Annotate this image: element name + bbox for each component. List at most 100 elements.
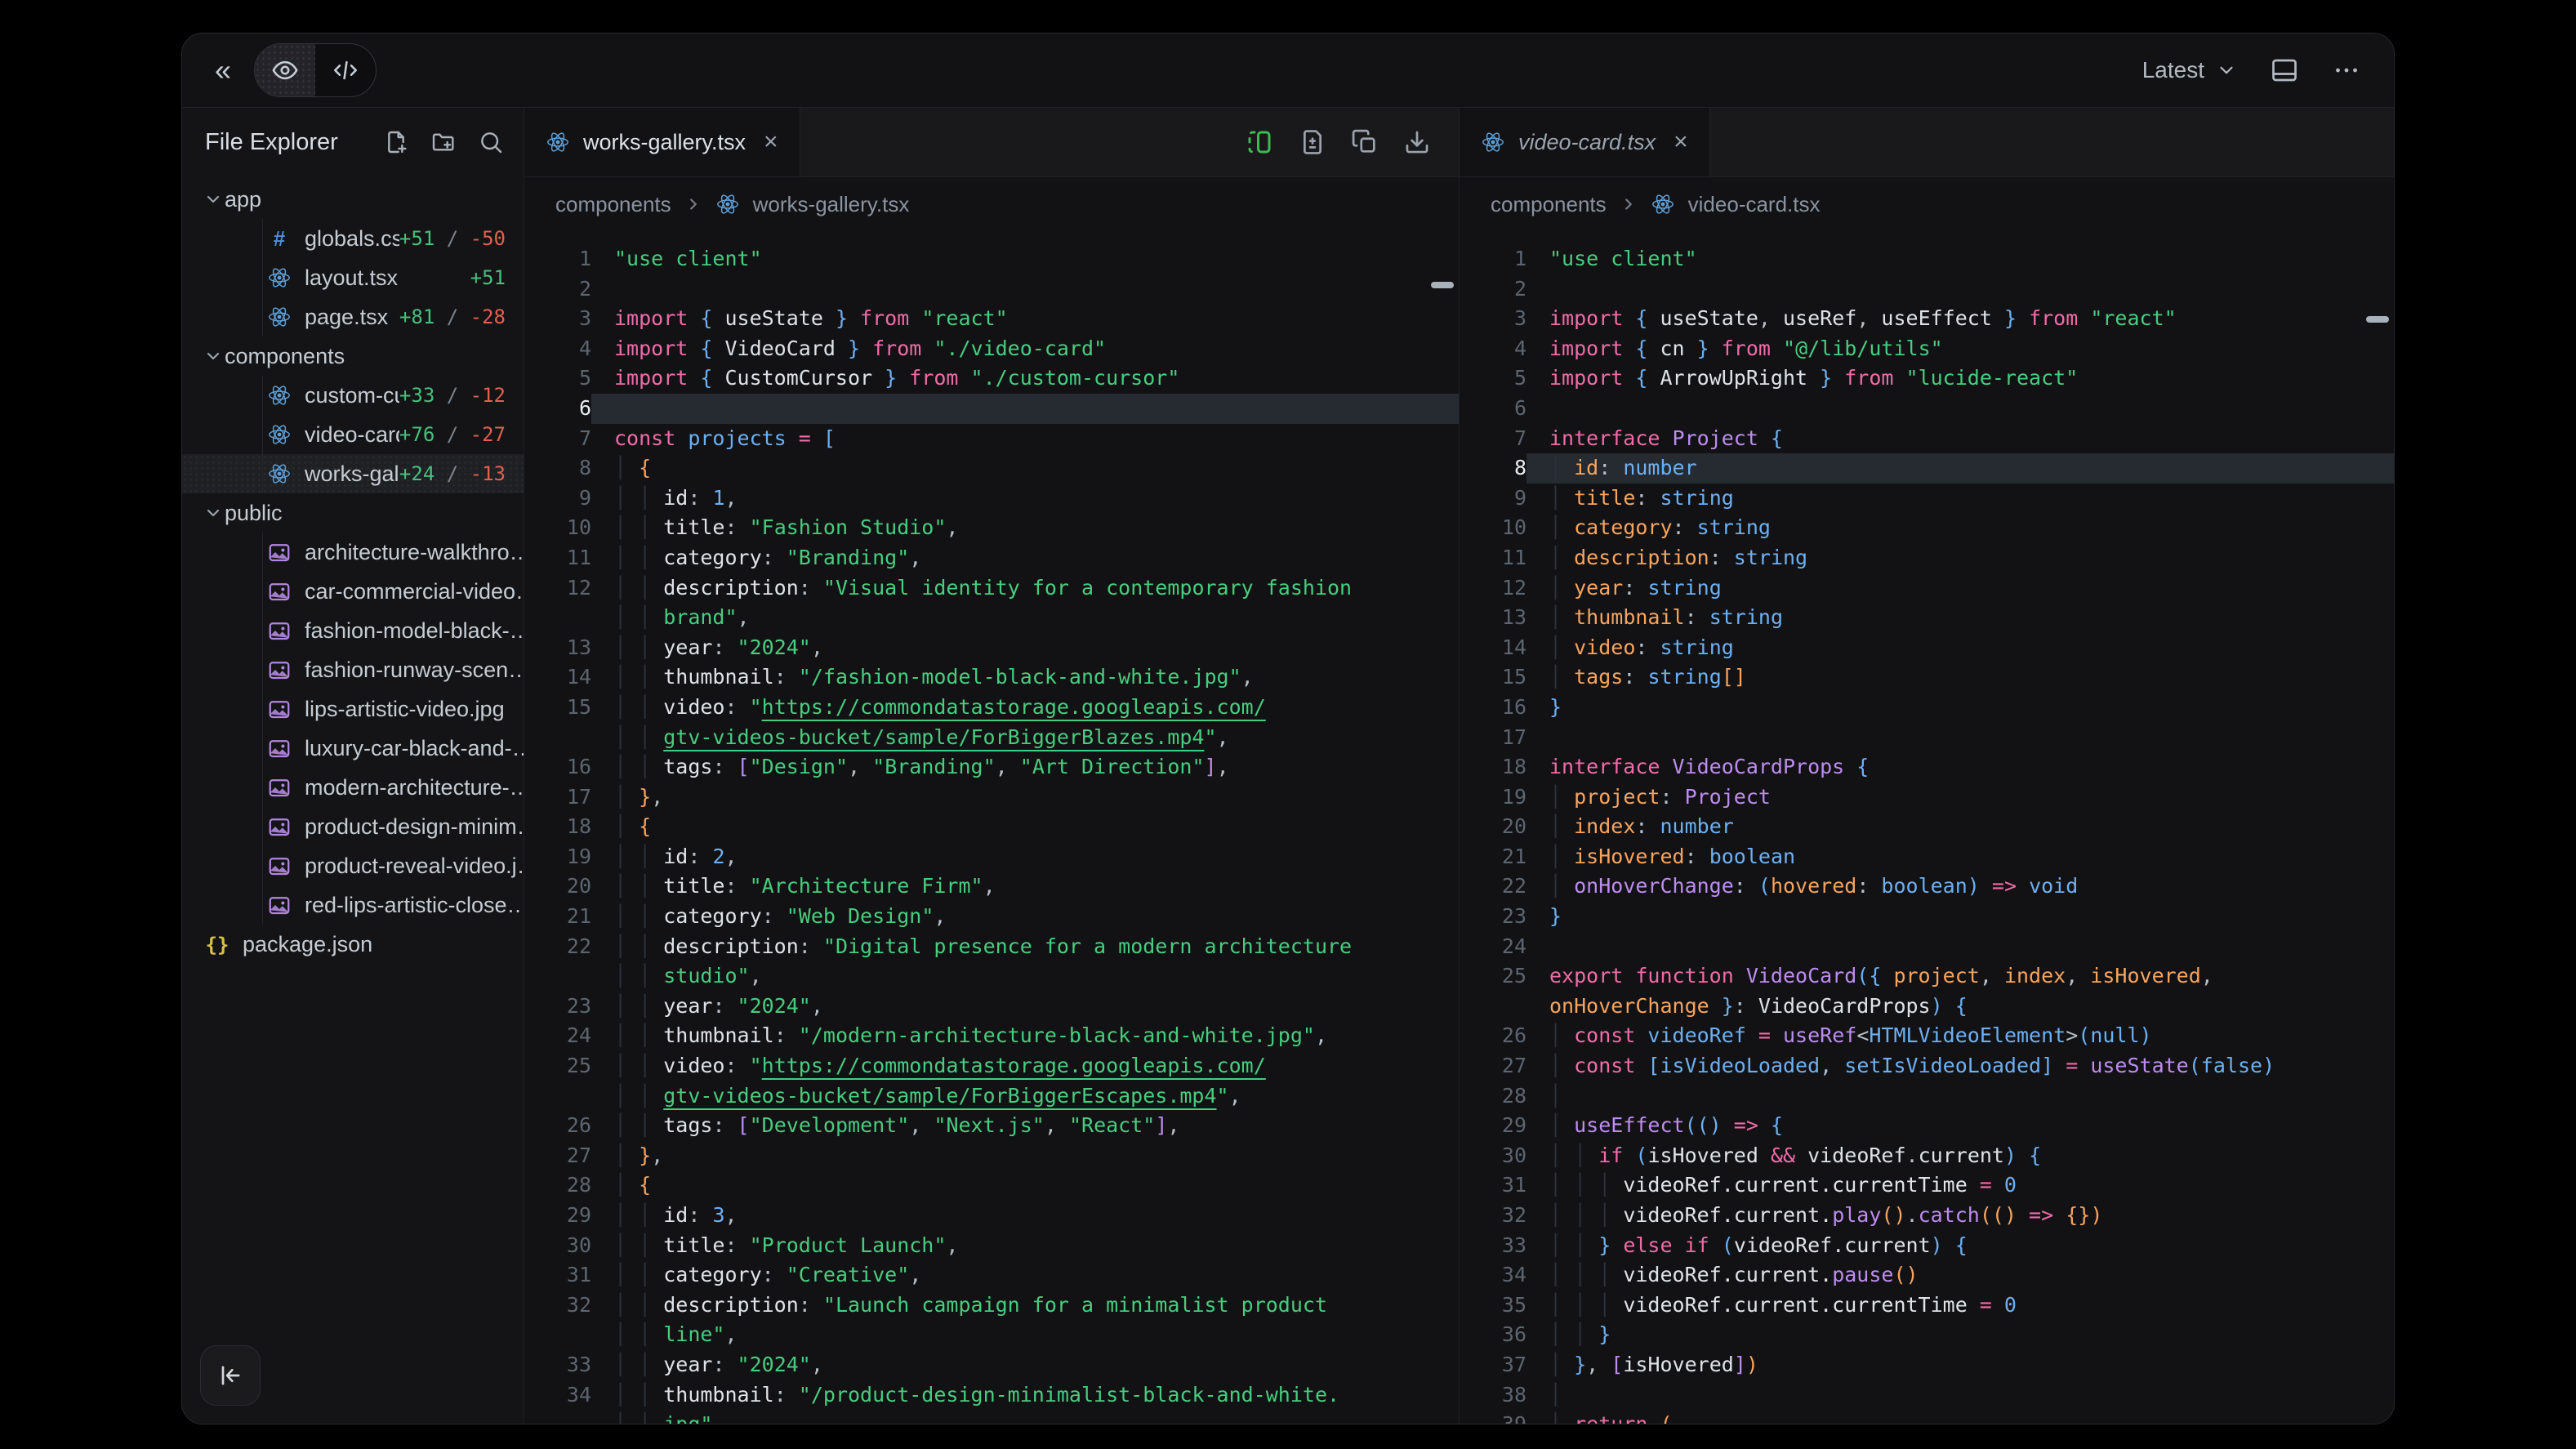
line-content: │ }, [isHovered]) bbox=[1526, 1350, 2394, 1380]
line-number: 13 bbox=[524, 633, 591, 663]
file-diff-icon bbox=[1299, 128, 1326, 156]
new-folder-button[interactable] bbox=[430, 129, 457, 155]
panel-left-close-icon bbox=[216, 1361, 245, 1390]
tab-label: works-gallery.tsx bbox=[583, 130, 746, 155]
tree-file-globals.css[interactable]: #globals.css+51 / -50 bbox=[182, 219, 524, 258]
line-content: │ │ if (isHovered && videoRef.current) { bbox=[1526, 1141, 2394, 1171]
tree-file-lips-artistic-video.jpg[interactable]: lips-artistic-video.jpg bbox=[182, 689, 524, 729]
code-line: 18│ { bbox=[524, 812, 1459, 842]
line-content: │ │ │ videoRef.current.pause() bbox=[1526, 1260, 2394, 1291]
code-line: 17 bbox=[1460, 723, 2394, 753]
file-name: product-reveal-video.j… bbox=[305, 854, 524, 879]
breadcrumb-file[interactable]: works-gallery.tsx bbox=[753, 192, 910, 217]
tree-folder-app[interactable]: app bbox=[182, 180, 524, 219]
tree-file-product-reveal-video.j-[interactable]: product-reveal-video.j… bbox=[182, 846, 524, 885]
code-line: 3import { useState, useRef, useEffect } … bbox=[1460, 304, 2394, 334]
tree-file-package.json[interactable]: {} package.json bbox=[182, 925, 524, 964]
code-line: 18interface VideoCardProps { bbox=[1460, 752, 2394, 782]
breadcrumb-file[interactable]: video-card.tsx bbox=[1688, 192, 1821, 217]
breadcrumb: components works-gallery.tsx bbox=[524, 177, 1459, 231]
code-line: 5import { ArrowUpRight } from "lucide-re… bbox=[1460, 363, 2394, 394]
braces-icon: {} bbox=[206, 932, 230, 957]
tree-file-product-design-minim-[interactable]: product-design-minim… bbox=[182, 807, 524, 846]
tree-file-architecture-walkthro-[interactable]: architecture-walkthro… bbox=[182, 533, 524, 572]
download-button[interactable] bbox=[1403, 128, 1431, 156]
tree-file-video-card.tsx[interactable]: video-card.tsx+76 / -27 bbox=[182, 415, 524, 454]
code-toggle-button[interactable] bbox=[315, 44, 376, 96]
tab-video-card-tsx[interactable]: video-card.tsx× bbox=[1460, 108, 1710, 176]
line-content: } bbox=[1526, 693, 2394, 723]
line-number bbox=[524, 961, 591, 992]
breadcrumb-folder[interactable]: components bbox=[555, 192, 671, 217]
line-number: 24 bbox=[1460, 932, 1526, 962]
scrollbar-thumb[interactable] bbox=[1431, 282, 1454, 288]
tree-file-fashion-model-black-[interactable]: fashion-model-black-… bbox=[182, 611, 524, 650]
line-content: │ │ thumbnail: "/product-design-minimali… bbox=[591, 1380, 1459, 1411]
line-number: 3 bbox=[524, 304, 591, 334]
tree-file-luxury-car-black-and-[interactable]: luxury-car-black-and-… bbox=[182, 729, 524, 768]
preview-toggle-button[interactable] bbox=[255, 44, 315, 96]
tree-file-modern-architecture-[interactable]: modern-architecture-… bbox=[182, 768, 524, 807]
top-toolbar: « Latest bbox=[182, 33, 2394, 107]
chevrons-left-icon: « bbox=[215, 56, 231, 85]
tree-file-custom-curs-[interactable]: custom-curs…+33 / -12 bbox=[182, 376, 524, 415]
line-content: onHoverChange }: VideoCardProps) { bbox=[1526, 992, 2394, 1022]
diff-stats: +24 / -13 bbox=[399, 462, 524, 485]
code-line: 11│ │ category: "Branding", bbox=[524, 543, 1459, 573]
line-content: const projects = [ bbox=[591, 424, 1459, 454]
diff-stats: +51 / -50 bbox=[399, 227, 524, 250]
code-editor[interactable]: 1"use client"23import { useState, useRef… bbox=[1460, 231, 2394, 1424]
line-number: 19 bbox=[1460, 782, 1526, 813]
line-content bbox=[1526, 394, 2394, 424]
scrollbar-thumb[interactable] bbox=[2366, 316, 2389, 323]
code-editor[interactable]: 1"use client"23import { useState } from … bbox=[524, 231, 1459, 1424]
tab-works-gallery-tsx[interactable]: works-gallery.tsx × bbox=[524, 108, 800, 176]
line-number: 1 bbox=[1460, 244, 1526, 274]
code-line: 28│ { bbox=[524, 1170, 1459, 1201]
tree-file-works-galler-[interactable]: works-galler…+24 / -13 bbox=[182, 454, 524, 493]
file-diff-button[interactable] bbox=[1299, 128, 1326, 156]
tree-file-fashion-runway-scen-[interactable]: fashion-runway-scen… bbox=[182, 650, 524, 689]
tree-folder-components[interactable]: components bbox=[182, 337, 524, 376]
line-content: │ │ gtv-videos-bucket/sample/ForBiggerEs… bbox=[591, 1081, 1459, 1112]
line-number: 5 bbox=[1460, 363, 1526, 394]
version-dropdown[interactable]: Latest bbox=[2142, 57, 2237, 83]
tree-file-car-commercial-video-[interactable]: car-commercial-video… bbox=[182, 572, 524, 611]
line-number: 8 bbox=[524, 453, 591, 484]
line-content: "use client" bbox=[591, 244, 1459, 274]
file-name: package.json bbox=[243, 932, 372, 957]
line-number bbox=[1460, 992, 1526, 1022]
code-line: 25export function VideoCard({ project, i… bbox=[1460, 961, 2394, 992]
tree-file-red-lips-artistic-close-[interactable]: red-lips-artistic-close… bbox=[182, 885, 524, 925]
code-line: 9│ │ id: 1, bbox=[524, 484, 1459, 514]
file-name: custom-curs… bbox=[305, 383, 399, 408]
line-content: │ │ category: "Creative", bbox=[591, 1260, 1459, 1291]
close-tab-icon[interactable]: × bbox=[764, 130, 778, 154]
chevron-right-icon bbox=[1620, 195, 1638, 213]
line-number: 15 bbox=[1460, 662, 1526, 693]
code-line: 17│ }, bbox=[524, 782, 1459, 813]
tree-file-page.tsx[interactable]: page.tsx+81 / -28 bbox=[182, 297, 524, 337]
search-files-button[interactable] bbox=[478, 129, 504, 155]
close-tab-icon[interactable]: × bbox=[1674, 130, 1688, 154]
image-icon bbox=[267, 658, 292, 682]
file-tree: app#globals.css+51 / -50layout.tsx+51pag… bbox=[182, 176, 524, 1424]
copy-button[interactable] bbox=[1351, 128, 1379, 156]
collapse-sidebar-button[interactable]: « bbox=[215, 56, 231, 85]
line-content: │ { bbox=[591, 1170, 1459, 1201]
code-line: 10│ │ title: "Fashion Studio", bbox=[524, 513, 1459, 543]
split-diff-button[interactable] bbox=[1245, 127, 1274, 157]
react-icon bbox=[715, 192, 740, 216]
code-line: 15│ │ video: "https://commondatastorage.… bbox=[524, 693, 1459, 723]
file-name: luxury-car-black-and-… bbox=[305, 736, 524, 761]
panel-layout-button[interactable] bbox=[2270, 56, 2299, 85]
collapse-panel-button[interactable] bbox=[200, 1345, 261, 1406]
tree-file-layout.tsx[interactable]: layout.tsx+51 bbox=[182, 258, 524, 297]
line-number: 4 bbox=[524, 334, 591, 364]
code-line: 3import { useState } from "react" bbox=[524, 304, 1459, 334]
more-options-button[interactable] bbox=[2332, 56, 2361, 85]
breadcrumb-folder[interactable]: components bbox=[1491, 192, 1607, 217]
tree-folder-public[interactable]: public bbox=[182, 493, 524, 533]
new-file-button[interactable] bbox=[383, 129, 409, 155]
folder-name: public bbox=[225, 501, 283, 526]
